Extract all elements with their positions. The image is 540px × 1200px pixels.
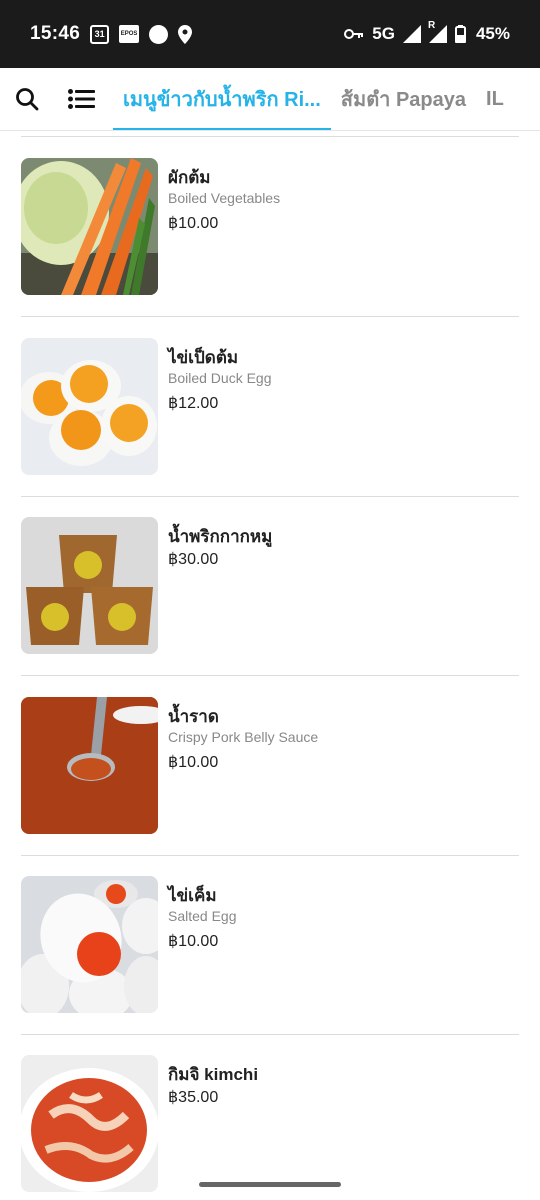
- item-name: น้ำราด: [168, 707, 219, 726]
- roaming-label: R: [427, 20, 436, 31]
- search-icon: [16, 88, 39, 111]
- status-right: 5G R 45%: [344, 20, 510, 44]
- salted-egg-image: [21, 876, 158, 1013]
- item-description: Salted Egg: [168, 908, 237, 924]
- tab-next-category[interactable]: IL: [476, 68, 514, 130]
- item-price: ฿10.00: [168, 215, 219, 232]
- signal-icon: [402, 25, 421, 43]
- boiled-duck-egg-image: [21, 338, 158, 475]
- kimchi-image: [21, 1055, 158, 1192]
- status-bar: 15:46 31 EPOS 5G R 45%: [0, 0, 540, 68]
- item-price: ฿30.00: [168, 551, 219, 568]
- menu-item[interactable]: น้ำราด Crispy Pork Belly Sauce ฿10.00: [21, 676, 519, 856]
- notification-dot-icon: [149, 24, 169, 44]
- status-left: 15:46 31 EPOS: [30, 23, 193, 45]
- item-name: กิมจิ kimchi: [168, 1065, 259, 1084]
- key-icon: [344, 28, 364, 40]
- item-description: Boiled Vegetables: [168, 190, 281, 206]
- item-description: Crispy Pork Belly Sauce: [168, 729, 319, 745]
- location-icon: [178, 24, 193, 44]
- menu-item[interactable]: ไข่เค็ม Salted Egg ฿10.00: [21, 855, 519, 1035]
- chili-paste-image: [21, 517, 158, 654]
- battery-icon: [454, 25, 466, 43]
- category-tab-bar: เมนูข้าวกับน้ำพริก Ri... ส้มตำ Papaya IL: [0, 68, 540, 131]
- item-price: ฿10.00: [168, 754, 219, 771]
- item-price: ฿10.00: [168, 933, 219, 950]
- epos-icon: EPOS: [119, 25, 140, 43]
- network-type: 5G: [372, 24, 395, 43]
- menu-item[interactable]: ไข่เป็ดต้ม Boiled Duck Egg ฿12.00: [21, 317, 519, 497]
- item-name: ผักต้ม: [168, 168, 211, 187]
- category-list-button[interactable]: [54, 68, 108, 130]
- item-name: น้ำพริกกากหมู: [168, 527, 273, 546]
- tab-rice-chili-paste[interactable]: เมนูข้าวกับน้ำพริก Ri...: [113, 68, 331, 130]
- search-button[interactable]: [0, 68, 54, 130]
- item-name: ไข่เค็ม: [168, 886, 217, 905]
- crispy-pork-sauce-image: [21, 697, 158, 834]
- item-description: Boiled Duck Egg: [168, 370, 272, 386]
- battery-percent: 45%: [475, 24, 510, 43]
- calendar-icon: 31: [90, 24, 110, 44]
- menu-item[interactable]: กิมจิ kimchi ฿35.00: [21, 1034, 519, 1200]
- tab-papaya-salad[interactable]: ส้มตำ Papaya: [331, 68, 476, 130]
- menu-item[interactable]: ผักต้ม Boiled Vegetables ฿10.00: [21, 137, 519, 317]
- item-price: ฿12.00: [168, 395, 219, 412]
- home-indicator[interactable]: [199, 1182, 341, 1187]
- item-name: ไข่เป็ดต้ม: [168, 348, 239, 367]
- list-icon: [67, 89, 95, 109]
- menu-item[interactable]: น้ำพริกกากหมู ฿30.00: [21, 496, 519, 676]
- roaming-signal-icon: R: [428, 20, 447, 43]
- menu-item-list: ผักต้ม Boiled Vegetables ฿10.00 ไข่เป็ดต…: [0, 131, 540, 1200]
- status-time: 15:46: [30, 23, 81, 44]
- item-price: ฿35.00: [168, 1089, 219, 1106]
- boiled-vegetables-image: [21, 158, 158, 295]
